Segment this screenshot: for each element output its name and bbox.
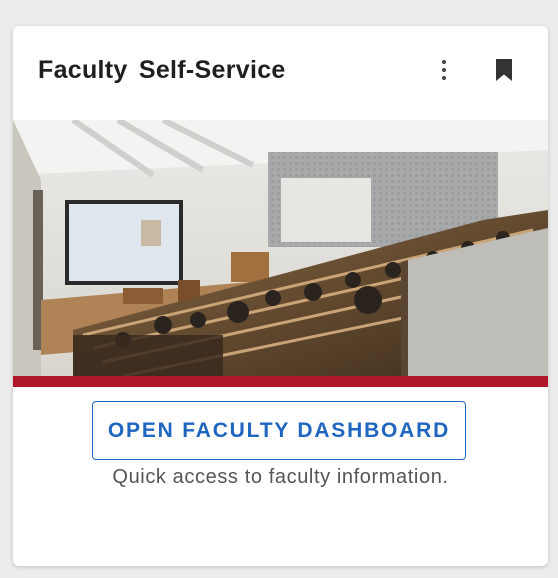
card-title: Faculty Self-Service: [38, 56, 286, 84]
bookmark-icon[interactable]: [495, 58, 513, 82]
card-description: Quick access to faculty information.: [112, 466, 449, 488]
accent-bar: [13, 376, 548, 387]
more-options-icon[interactable]: [432, 58, 456, 82]
faculty-self-service-card: Faculty Self-Service OPEN FACULTY DASHBO…: [13, 26, 548, 566]
card-header: Faculty Self-Service: [13, 26, 548, 120]
open-faculty-dashboard-button[interactable]: OPEN FACULTY DASHBOARD: [92, 401, 466, 460]
lecture-hall-image: [13, 120, 548, 376]
